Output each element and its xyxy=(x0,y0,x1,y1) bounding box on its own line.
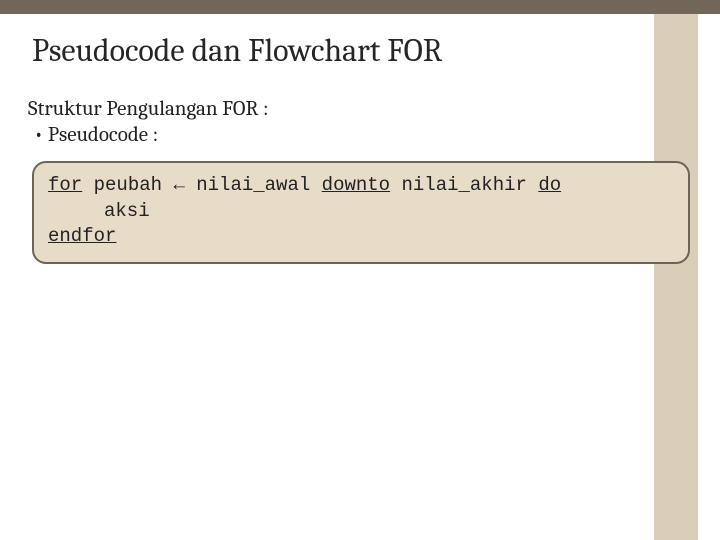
kw-endfor: endfor xyxy=(48,225,116,247)
code-line-3: endfor xyxy=(48,224,674,250)
slide-title: Pseudocode dan Flowchart FOR xyxy=(32,32,692,69)
code-var: peubah xyxy=(82,174,173,196)
pseudocode-box: for peubah ← nilai_awal downto nilai_akh… xyxy=(32,161,690,264)
top-bar xyxy=(0,0,720,14)
arrow-icon: ← xyxy=(173,174,184,196)
code-nilai-akhir: nilai_akhir xyxy=(390,174,538,196)
code-line-2: aksi xyxy=(104,199,674,225)
bullet-pseudocode: • Pseudocode : xyxy=(34,123,692,147)
code-nilai-awal: nilai_awal xyxy=(185,174,322,196)
slide-content: Pseudocode dan Flowchart FOR Struktur Pe… xyxy=(0,0,720,264)
kw-for: for xyxy=(48,174,82,196)
kw-downto: downto xyxy=(322,174,390,196)
code-line-1: for peubah ← nilai_awal downto nilai_akh… xyxy=(48,173,674,199)
section-subtitle: Struktur Pengulangan FOR : xyxy=(28,97,692,121)
kw-do: do xyxy=(538,174,561,196)
